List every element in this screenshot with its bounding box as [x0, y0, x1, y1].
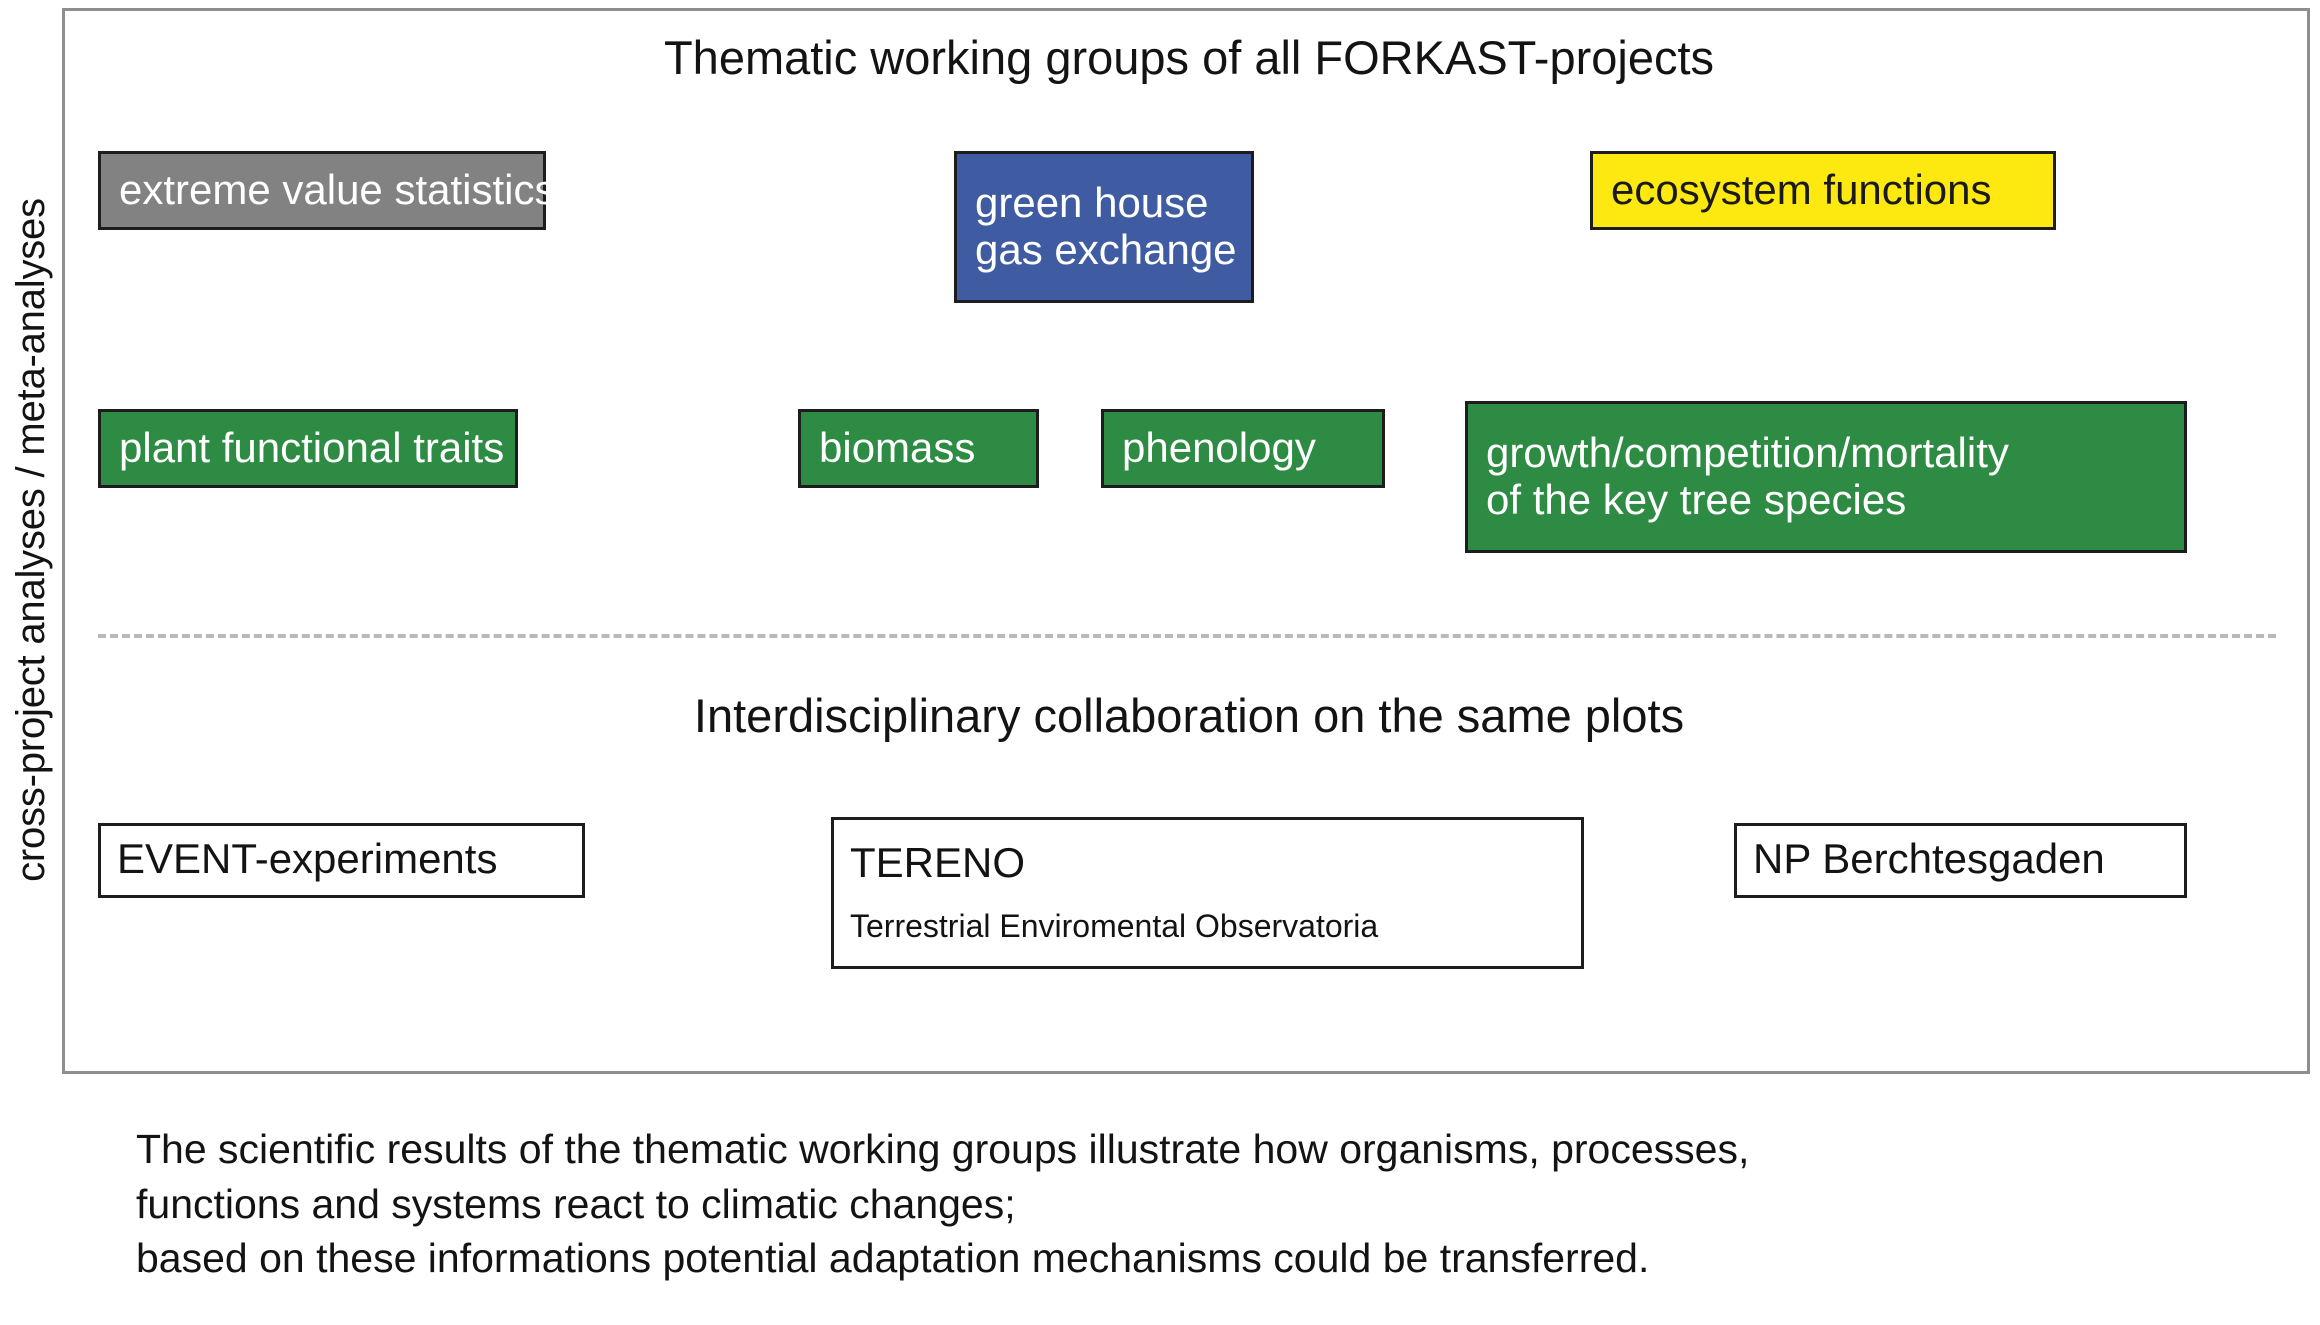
group-box-ecosystem-functions[interactable]: ecosystem functions: [1590, 151, 2056, 230]
thematic-working-groups-title: Thematic working groups of all FORKAST-p…: [663, 31, 1715, 84]
platform-name: TERENO: [850, 839, 1026, 887]
figure-caption: The scientific results of the thematic w…: [136, 1122, 2236, 1286]
vertical-axis-label-text: cross-project analyses / meta-analyses: [9, 198, 54, 882]
group-label-line2: gas exchange: [975, 226, 1237, 273]
main-frame: Thematic working groups of all FORKAST-p…: [62, 8, 2310, 1074]
platform-name: NP Berchtesgaden: [1753, 835, 2105, 883]
group-box-plant-functional-traits[interactable]: plant functional traits: [98, 409, 518, 488]
platform-name: EVENT-experiments: [117, 835, 498, 883]
group-box-growth-competition-mortality[interactable]: growth/competition/mortality of the key …: [1465, 401, 2187, 553]
group-label-line1: phenology: [1122, 423, 1316, 471]
group-label-line1: biomass: [819, 423, 976, 471]
caption-line-3: based on these informations potential ad…: [136, 1235, 1650, 1282]
vertical-axis-label: cross-project analyses / meta-analyses: [0, 0, 62, 1080]
platform-box-tereno[interactable]: TERENO Terrestrial Enviromental Observat…: [831, 817, 1584, 969]
caption-line-2: functions and systems react to climatic …: [136, 1180, 1016, 1227]
group-label-line1: plant functional traits: [119, 423, 505, 471]
group-label-line2: of the key tree species: [1486, 476, 1907, 523]
group-box-green-house-gas-exchange[interactable]: green house gas exchange: [954, 151, 1254, 303]
group-label-line1: green house: [975, 178, 1209, 226]
platform-box-np-berchtesgaden[interactable]: NP Berchtesgaden: [1734, 823, 2187, 898]
diagram-canvas: cross-project analyses / meta-analyses T…: [0, 0, 2320, 1325]
group-box-biomass[interactable]: biomass: [798, 409, 1039, 488]
group-label-line1: extreme value statistics: [119, 165, 556, 213]
group-label-line1: ecosystem functions: [1611, 165, 1992, 213]
group-box-extreme-value-statistics[interactable]: extreme value statistics: [98, 151, 556, 230]
platform-subtitle: Terrestrial Enviromental Observatoria: [850, 907, 1379, 944]
caption-line-1: The scientific results of the thematic w…: [136, 1126, 1750, 1172]
interdisciplinary-collaboration-title: Interdisciplinary collaboration on the s…: [693, 689, 1685, 742]
group-box-phenology[interactable]: phenology: [1101, 409, 1385, 488]
platform-box-event-experiments[interactable]: EVENT-experiments: [98, 823, 585, 898]
section-divider: [98, 634, 2276, 638]
group-label-line1: growth/competition/mortality: [1486, 428, 2009, 476]
